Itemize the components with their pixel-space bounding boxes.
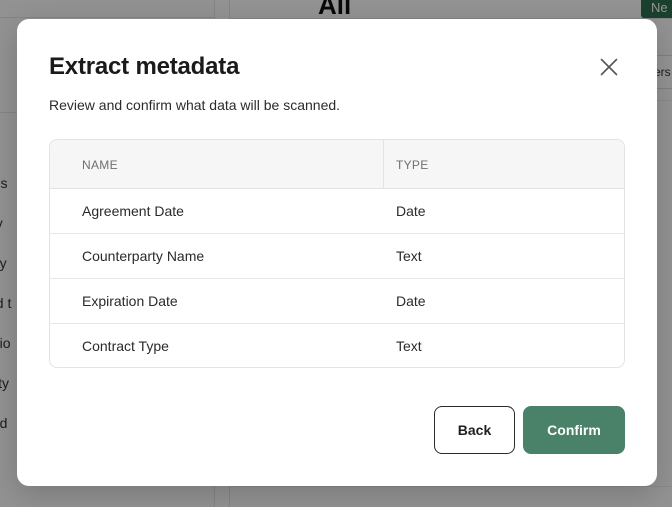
dialog-subtitle: Review and confirm what data will be sca… — [49, 97, 341, 113]
column-divider — [383, 140, 384, 189]
cell-name: Contract Type — [82, 338, 169, 354]
column-header-name: NAME — [82, 158, 118, 172]
table-row: Agreement Date Date — [50, 189, 624, 234]
table-row: Expiration Date Date — [50, 279, 624, 324]
metadata-table: NAME TYPE Agreement Date Date Counterpar… — [49, 139, 625, 368]
cell-name: Counterparty Name — [82, 248, 205, 264]
dialog-title: Extract metadata — [49, 53, 240, 80]
table-row: Counterparty Name Text — [50, 234, 624, 279]
cell-type: Date — [396, 293, 426, 309]
cell-name: Agreement Date — [82, 203, 184, 219]
table-header: NAME TYPE — [50, 140, 624, 189]
confirm-button[interactable]: Confirm — [523, 406, 625, 454]
column-header-type: TYPE — [396, 158, 429, 172]
cell-type: Text — [396, 248, 422, 264]
back-button[interactable]: Back — [434, 406, 515, 454]
table-row: Contract Type Text — [50, 324, 624, 367]
close-button[interactable] — [595, 53, 623, 81]
cell-name: Expiration Date — [82, 293, 178, 309]
extract-metadata-dialog: Extract metadata Review and confirm what… — [17, 19, 657, 486]
cell-type: Text — [396, 338, 422, 354]
close-icon — [600, 58, 618, 76]
cell-type: Date — [396, 203, 426, 219]
